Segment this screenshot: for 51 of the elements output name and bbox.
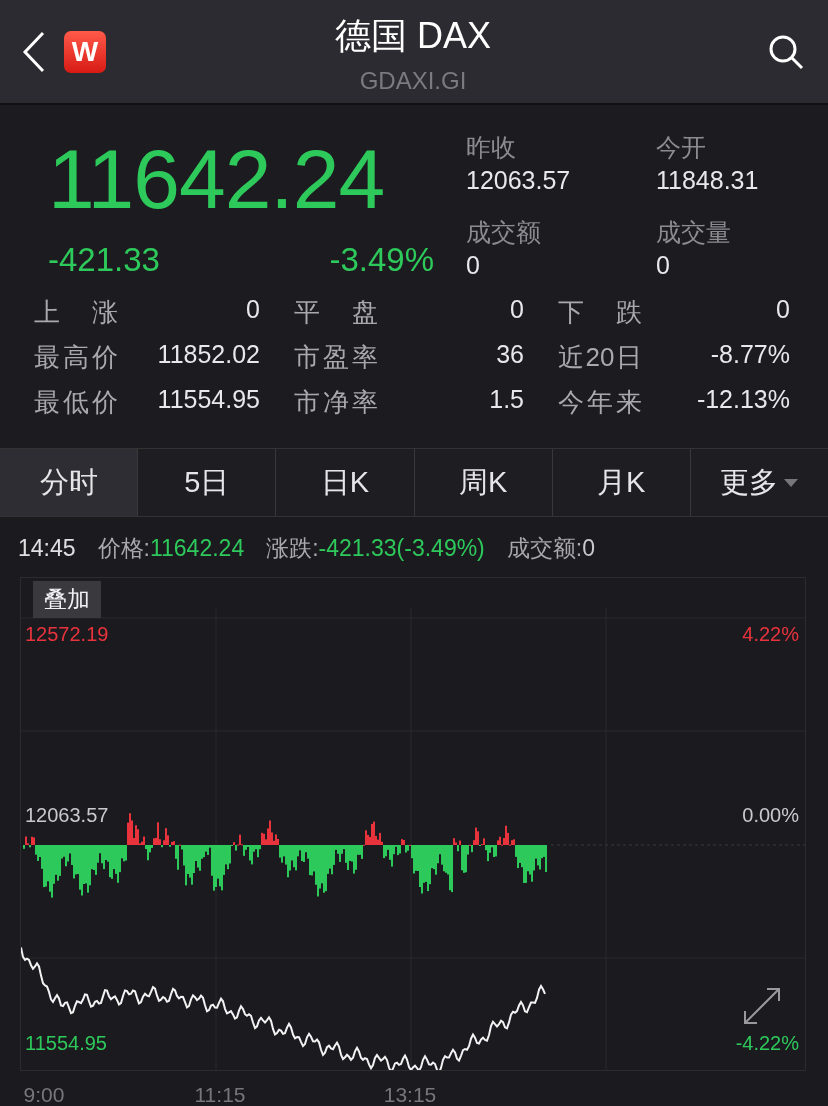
percent-axis-label: -4.22% xyxy=(735,1032,799,1055)
search-icon[interactable] xyxy=(768,33,804,70)
stat-value: 1.5 xyxy=(489,385,524,415)
stat-label: 市盈率 xyxy=(294,341,378,374)
stat-value: 11848.31 xyxy=(656,166,760,195)
stat-value: -12.13% xyxy=(696,385,790,415)
cursor-time: 14:45 xyxy=(18,534,76,562)
stat-value: 11554.95 xyxy=(157,385,260,415)
quote-readout: 成交额:0 xyxy=(506,533,595,563)
stat-value: 0 xyxy=(776,295,790,325)
stat-label: 最低价 xyxy=(34,386,118,419)
stat-value: -8.77% xyxy=(710,340,790,370)
percent-change: -3.49% xyxy=(329,241,434,279)
price-axis-label: 12063.57 xyxy=(25,804,109,827)
index-price: 11642.24 xyxy=(48,137,386,221)
percent-axis-label: 0.00% xyxy=(742,804,799,827)
quote-readout: 涨跌:-421.33(-3.49%) xyxy=(266,533,485,563)
stat-label: 上涨 xyxy=(34,296,118,329)
stat-value: 12063.57 xyxy=(466,166,572,195)
percent-axis-label: 4.22% xyxy=(742,623,799,646)
time-axis-label: 13:15 xyxy=(383,1083,437,1106)
time-axis-label: 11:15 xyxy=(194,1083,246,1106)
stat-label: 市净率 xyxy=(294,386,378,419)
price-axis-label: 11554.95 xyxy=(25,1032,107,1055)
app-logo: W xyxy=(64,30,106,73)
page-title: 德国 DAX xyxy=(335,14,491,58)
stat-label: 近20日 xyxy=(558,341,642,374)
stat-value: 0 xyxy=(656,251,671,280)
stat-label: 昨收 xyxy=(466,132,517,163)
back-icon[interactable] xyxy=(22,30,46,73)
stat-value: 36 xyxy=(496,340,524,370)
expand-icon[interactable] xyxy=(744,988,780,1024)
ticker-code: GDAXI.GI xyxy=(359,67,467,95)
price-change: -421.33 xyxy=(48,241,160,279)
chart-tab[interactable]: 分时 xyxy=(0,449,139,516)
overlay-button[interactable]: 叠加 xyxy=(33,581,101,618)
stat-label: 平盘 xyxy=(294,296,378,329)
stat-value: 0 xyxy=(246,295,260,325)
stat-value: 11852.02 xyxy=(157,340,260,370)
caret-icon xyxy=(784,478,799,487)
price-axis-label: 12572.19 xyxy=(25,623,109,646)
stat-value: 0 xyxy=(510,295,524,325)
stat-label: 下跌 xyxy=(558,296,642,329)
stat-label: 今开 xyxy=(656,132,707,163)
quote-readout: 价格:11642.24 xyxy=(97,533,245,563)
stat-label: 今年来 xyxy=(558,386,642,419)
stat-value: 0 xyxy=(466,251,481,280)
time-axis-label: 9:00 xyxy=(23,1083,65,1106)
stat-label: 最高价 xyxy=(34,341,118,374)
stat-label: 成交额 xyxy=(466,217,542,248)
stat-label: 成交量 xyxy=(656,217,732,248)
